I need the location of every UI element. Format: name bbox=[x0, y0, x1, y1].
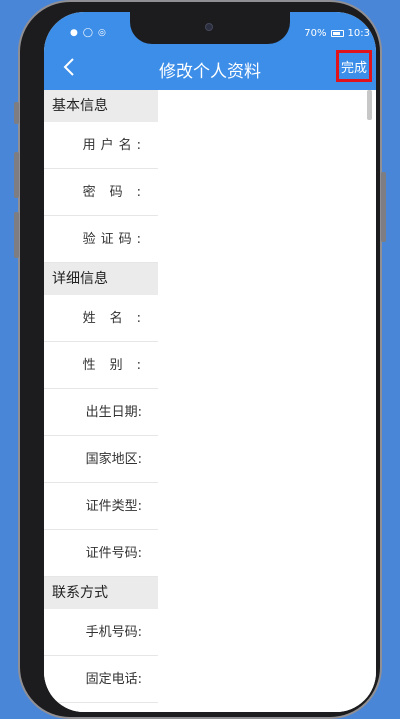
status-time: 10:3 bbox=[347, 28, 370, 39]
notification-icon: ● bbox=[70, 28, 78, 38]
field-country-region[interactable]: 国家地区: bbox=[44, 436, 158, 483]
volume-down-button bbox=[14, 212, 19, 258]
front-camera-icon bbox=[205, 23, 213, 31]
done-button[interactable]: 完成 bbox=[336, 50, 372, 82]
status-icons-left: ● ◯ ◎ bbox=[70, 29, 106, 38]
phone-frame: ● ◯ ◎ 70% 10:3 修改个人资料 完成 基本信息 用户名: 密码: 验… bbox=[14, 0, 386, 719]
field-verification-code[interactable]: 验证码: bbox=[44, 216, 158, 263]
mute-switch bbox=[14, 102, 19, 124]
field-username[interactable]: 用户名: bbox=[44, 122, 158, 169]
power-button bbox=[381, 172, 386, 242]
shield-icon: ◯ bbox=[82, 28, 93, 38]
form-content: 基本信息 用户名: 密码: 验证码: 详细信息 姓名: 性别: 出生日期: 国家… bbox=[44, 90, 376, 712]
field-gender[interactable]: 性别: bbox=[44, 342, 158, 389]
scrollbar[interactable] bbox=[367, 90, 372, 120]
nav-bar: 修改个人资料 完成 bbox=[44, 44, 376, 90]
status-icons-right: 70% 10:3 bbox=[304, 28, 370, 39]
field-id-number[interactable]: 证件号码: bbox=[44, 530, 158, 577]
notch bbox=[130, 12, 290, 44]
field-id-type[interactable]: 证件类型: bbox=[44, 483, 158, 530]
field-password[interactable]: 密码: bbox=[44, 169, 158, 216]
section-header-basic: 基本信息 bbox=[44, 90, 158, 122]
section-header-contact: 联系方式 bbox=[44, 577, 158, 609]
battery-percent: 70% bbox=[304, 28, 327, 39]
field-landline[interactable]: 固定电话: bbox=[44, 656, 158, 703]
field-name[interactable]: 姓名: bbox=[44, 295, 158, 342]
page-title: 修改个人资料 bbox=[159, 62, 261, 82]
battery-icon bbox=[330, 30, 344, 37]
field-mobile-number[interactable]: 手机号码: bbox=[44, 609, 158, 656]
alarm-icon: ◎ bbox=[97, 28, 106, 38]
phone-screen: ● ◯ ◎ 70% 10:3 修改个人资料 完成 基本信息 用户名: 密码: 验… bbox=[44, 12, 376, 712]
volume-up-button bbox=[14, 152, 19, 198]
field-birth-date[interactable]: 出生日期: bbox=[44, 389, 158, 436]
section-header-detail: 详细信息 bbox=[44, 263, 158, 295]
form-column: 基本信息 用户名: 密码: 验证码: 详细信息 姓名: 性别: 出生日期: 国家… bbox=[44, 90, 158, 703]
